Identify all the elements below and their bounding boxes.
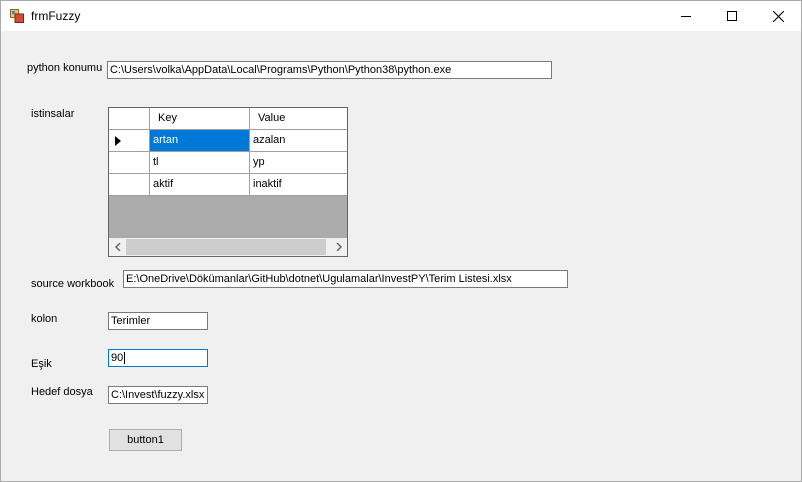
app-window: frmFuzzy python konumu C:\Users\volka\Ap…: [0, 0, 802, 482]
minimize-button[interactable]: [663, 1, 709, 31]
target-file-label: Hedef dosya: [31, 386, 93, 398]
target-file-input[interactable]: C:\Invest\fuzzy.xlsx: [108, 386, 208, 404]
run-button[interactable]: button1: [109, 429, 182, 451]
maximize-icon: [727, 11, 737, 21]
python-location-label: python konumu: [27, 62, 103, 74]
maximize-button[interactable]: [709, 1, 755, 31]
python-location-input[interactable]: C:\Users\volka\AppData\Local\Programs\Py…: [107, 61, 552, 79]
grid-column-header-value[interactable]: Value: [250, 108, 347, 130]
winforms-app-icon: [10, 9, 24, 23]
exceptions-label: istinsalar: [31, 108, 75, 120]
chevron-right-icon: [336, 243, 342, 251]
grid-cell-value[interactable]: inaktif: [250, 174, 347, 196]
grid-cell-key[interactable]: aktif: [150, 174, 250, 196]
scroll-right-button[interactable]: [330, 238, 347, 256]
row-pointer-icon: [115, 136, 121, 146]
grid-cell-key[interactable]: artan: [150, 130, 250, 152]
source-workbook-input[interactable]: E:\OneDrive\Dökümanlar\GitHub\dotnet\Ugu…: [123, 270, 568, 288]
grid-cell-value[interactable]: yp: [250, 152, 347, 174]
grid-cell-value[interactable]: azalan: [250, 130, 347, 152]
exceptions-grid[interactable]: Key Value artan azalan tl yp aktif inakt…: [108, 107, 348, 257]
close-button[interactable]: [755, 1, 801, 31]
grid-corner-header[interactable]: [109, 108, 150, 130]
grid-row-header[interactable]: [109, 152, 150, 174]
grid-row-header[interactable]: [109, 174, 150, 196]
grid-horizontal-scrollbar[interactable]: [109, 238, 347, 256]
grid-column-header-key[interactable]: Key: [150, 108, 250, 130]
window-title: frmFuzzy: [31, 9, 81, 23]
grid-cell-key[interactable]: tl: [150, 152, 250, 174]
title-bar[interactable]: frmFuzzy: [1, 1, 801, 31]
scroll-left-button[interactable]: [109, 238, 126, 256]
threshold-value: 90: [111, 352, 124, 364]
chevron-left-icon: [114, 243, 120, 251]
minimize-icon: [681, 16, 691, 17]
threshold-input[interactable]: 90: [108, 349, 208, 367]
close-icon: [772, 10, 784, 22]
scroll-thumb[interactable]: [126, 239, 326, 255]
threshold-label: Eşik: [31, 358, 52, 370]
grid-row-header[interactable]: [109, 130, 150, 152]
column-input[interactable]: Terimler: [108, 312, 208, 330]
text-cursor: [124, 352, 126, 365]
source-workbook-label: source workbook: [31, 278, 115, 290]
column-label: kolon: [31, 313, 58, 325]
